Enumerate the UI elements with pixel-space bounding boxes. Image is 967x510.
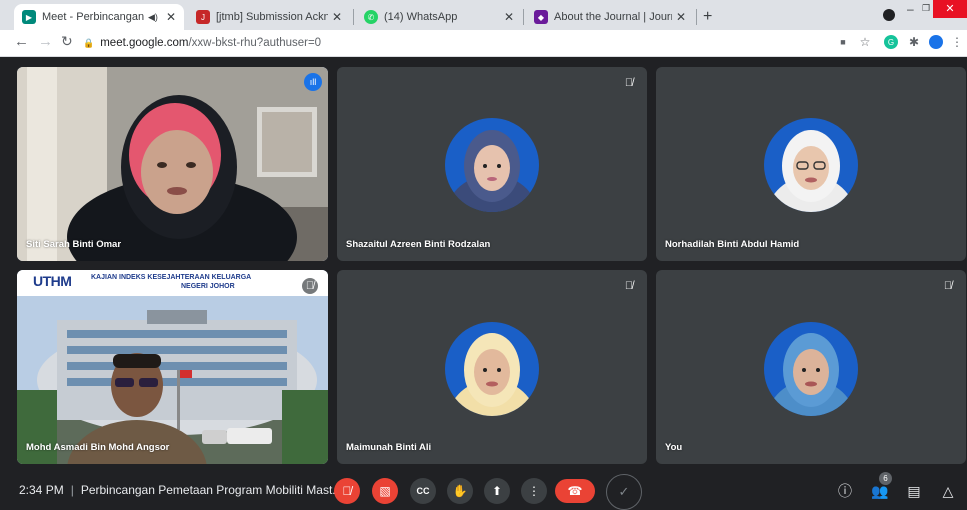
window-close-button[interactable]: ✕ [933, 0, 967, 18]
ojs-icon: J [196, 10, 210, 24]
avatar [445, 118, 539, 212]
tab-close-icon[interactable]: ✕ [676, 10, 686, 24]
speaking-indicator-icon: ıll [304, 73, 322, 91]
camera-indicator-icon[interactable]: ■ [836, 35, 850, 49]
new-tab-button[interactable]: + [703, 8, 712, 26]
minimize-button[interactable]: – [907, 2, 914, 16]
extensions-icon[interactable]: ✱ [907, 35, 921, 49]
check-icon[interactable]: ✓ [606, 474, 642, 510]
tab-meet[interactable]: ▶ Meet - Perbincangan Pemeta ◀) ✕ [14, 4, 184, 30]
url-path: /xxw-bkst-rhu?authuser=0 [188, 37, 322, 49]
participant-tile[interactable]: 🎙̸ Maimunah Binti Ali [337, 270, 647, 464]
participant-tile[interactable]: Norhadilah Binti Abdul Hamid [656, 67, 966, 261]
participant-tile[interactable]: ıll Siti Sarah Binti Omar [17, 67, 328, 261]
participant-video [17, 67, 328, 261]
tab-close-icon[interactable]: ✕ [504, 10, 514, 24]
participant-tile-self[interactable]: 🎙̸ You [656, 270, 966, 464]
participant-name: Mohd Asmadi Bin Mohd Angsor [26, 442, 170, 453]
avatar [764, 322, 858, 416]
avatar [764, 118, 858, 212]
tab-close-icon[interactable]: ✕ [332, 10, 342, 24]
profile-avatar-icon[interactable] [929, 35, 943, 49]
google-meet-icon: ▶ [22, 10, 36, 24]
speaker-icon[interactable]: ◀) [148, 12, 158, 23]
meeting-control-bar: 2:34 PM | Perbincangan Pemetaan Program Mo… [0, 472, 967, 510]
tab-divider [523, 9, 524, 25]
tab-close-icon[interactable]: ✕ [166, 10, 176, 24]
mic-toggle-button[interactable]: 🎙̸ [334, 478, 360, 504]
banner-text: KAJIAN INDEKS KESEJAHTERAAN KELUARGA [91, 274, 252, 281]
present-screen-button[interactable]: ⬆ [484, 478, 510, 504]
participant-name: Siti Sarah Binti Omar [26, 239, 122, 250]
participant-name: Norhadilah Binti Abdul Hamid [665, 239, 800, 250]
captions-button[interactable]: CC [410, 478, 436, 504]
tab-whatsapp[interactable]: ✆ (14) WhatsApp ✕ [356, 4, 522, 30]
more-options-button[interactable]: ⋮ [521, 478, 547, 504]
participant-name: Shazaitul Azreen Binti Rodzalan [346, 239, 491, 250]
grammarly-icon[interactable]: G [884, 35, 898, 49]
url-host: meet.google.com [100, 37, 189, 49]
tab-jtmb[interactable]: J [jtmb] Submission Acknowledgem ✕ [188, 4, 350, 30]
browser-toolbar: ← → ↻ 🔒 meet.google.com /xxw-bkst-rhu?au… [0, 30, 967, 57]
tab-title: [jtmb] Submission Acknowledgem [216, 11, 328, 23]
menu-icon[interactable]: ⋮ [950, 35, 964, 49]
banner-logo: UTHM [33, 273, 72, 289]
mic-off-icon: 🎙̸ [943, 280, 953, 292]
participant-video [17, 270, 328, 464]
mic-off-icon: 🎙̸ [302, 278, 318, 294]
browser-tab-bar: ▶ Meet - Perbincangan Pemeta ◀) ✕ J [jtm… [0, 0, 967, 30]
activities-icon[interactable]: △ [938, 481, 958, 501]
meeting-time: 2:34 PM [19, 483, 64, 497]
raise-hand-button[interactable]: ✋ [447, 478, 473, 504]
meeting-info-icon[interactable]: ⓘ [835, 481, 855, 501]
meeting-details[interactable]: 2:34 PM | Perbincangan Pemetaan Program Mo… [19, 483, 342, 497]
tab-title: About the Journal | Journal of Tec [554, 11, 672, 23]
participant-name: You [665, 442, 683, 453]
tab-journal[interactable]: ◆ About the Journal | Journal of Tec ✕ [526, 4, 694, 30]
star-icon[interactable]: ☆ [858, 35, 872, 49]
address-bar[interactable]: 🔒 meet.google.com /xxw-bkst-rhu?authuser… [83, 33, 823, 53]
lock-icon[interactable]: 🔒 [83, 38, 94, 49]
profile-dot-icon[interactable] [883, 9, 895, 21]
avatar [445, 322, 539, 416]
participant-name: Maimunah Binti Ali [346, 442, 432, 453]
back-icon[interactable]: ← [14, 33, 29, 50]
whatsapp-icon: ✆ [364, 10, 378, 24]
tab-title: Meet - Perbincangan Pemeta [42, 11, 148, 23]
chat-icon[interactable]: ▤ [904, 481, 924, 501]
reload-icon[interactable]: ↻ [61, 33, 73, 50]
participant-tile[interactable]: 🎙̸ Shazaitul Azreen Binti Rodzalan [337, 67, 647, 261]
restore-button[interactable]: ❐ [922, 3, 930, 14]
meeting-title: Perbincangan Pemetaan Program Mobiliti M… [80, 483, 343, 497]
separator: | [70, 483, 74, 497]
participant-tile[interactable]: UTHM KAJIAN INDEKS KESEJAHTERAAN KELUARG… [17, 270, 328, 464]
people-count-badge: 6 [879, 472, 892, 485]
mic-off-icon: 🎙̸ [624, 77, 634, 89]
mic-off-icon: 🎙̸ [624, 280, 634, 292]
banner-text-2: NEGERI JOHOR [181, 283, 235, 290]
tab-title: (14) WhatsApp [384, 11, 458, 23]
tab-divider [696, 9, 697, 25]
forward-icon[interactable]: → [38, 33, 53, 50]
tab-divider [353, 9, 354, 25]
leave-call-button[interactable]: ☎ [555, 479, 595, 503]
camera-toggle-button[interactable]: ▧ [372, 478, 398, 504]
shield-icon: ◆ [534, 10, 548, 24]
